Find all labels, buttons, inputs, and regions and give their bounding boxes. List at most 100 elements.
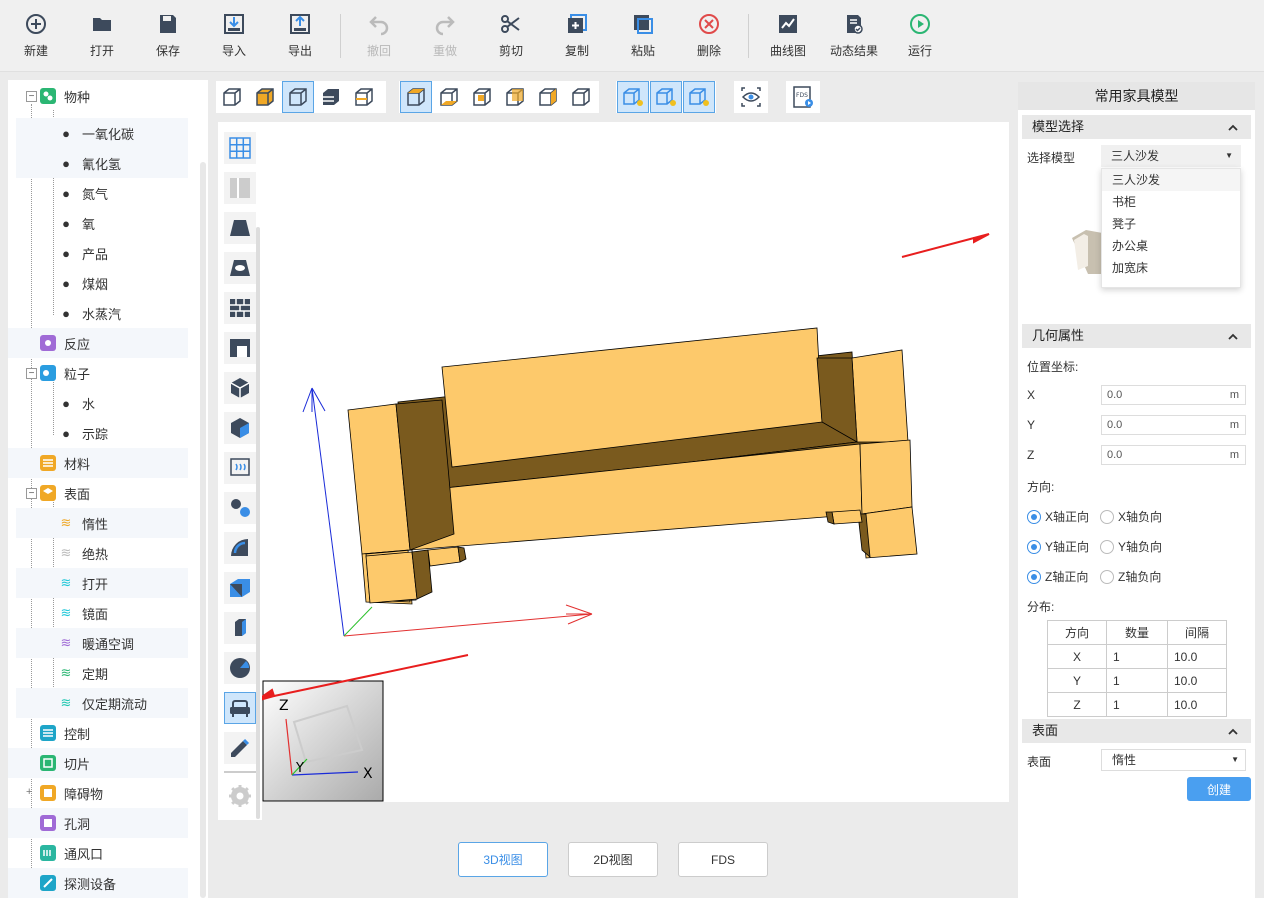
face-right-button[interactable]	[565, 81, 597, 113]
tree-item-surface[interactable]: ≋ 打开	[16, 568, 188, 598]
face-top-button[interactable]	[400, 81, 432, 113]
z-input[interactable]: 0.0 m	[1101, 445, 1246, 465]
curve-chart-button[interactable]: 曲线图	[758, 12, 818, 62]
table-cell-input[interactable]: 10.0	[1167, 668, 1227, 693]
light-side-button[interactable]	[650, 81, 682, 113]
collapse-toggle[interactable]: −	[26, 368, 37, 379]
heater-tool-button[interactable]	[224, 452, 256, 484]
model-select-section-header[interactable]: 模型选择	[1022, 115, 1251, 139]
tree-node-slice[interactable]: 切片	[8, 748, 188, 778]
tools-scrollbar[interactable]	[256, 227, 260, 819]
dropdown-option[interactable]: 凳子	[1102, 213, 1240, 235]
dropdown-option[interactable]: 办公桌	[1102, 235, 1240, 257]
tab-3d-view[interactable]: 3D视图	[458, 842, 548, 877]
y-positive-radio[interactable]: Y轴正向	[1027, 538, 1089, 555]
table-cell-input[interactable]: 10.0	[1167, 644, 1227, 669]
dropdown-option[interactable]: 书柜	[1102, 191, 1240, 213]
x-negative-radio[interactable]: X轴负向	[1100, 508, 1162, 525]
tree-node-device[interactable]: 探测设备	[8, 868, 188, 898]
wireframe-view-button[interactable]	[216, 81, 248, 113]
trapezoid-tool-button[interactable]	[224, 212, 256, 244]
table-cell-input[interactable]: 1	[1106, 692, 1168, 717]
tree-node-species[interactable]: − 物种	[8, 81, 188, 111]
tree-item-surface[interactable]: ≋ 镜面	[16, 598, 188, 628]
y-negative-radio[interactable]: Y轴负向	[1100, 538, 1162, 555]
z-positive-radio[interactable]: Z轴正向	[1027, 568, 1088, 585]
open-button[interactable]: 打开	[72, 12, 132, 62]
3d-viewport[interactable]: Z Y X	[255, 122, 1009, 802]
dropdown-option[interactable]: 加宽床	[1102, 257, 1240, 279]
box-vent-tool-button[interactable]	[224, 412, 256, 444]
plane-tool-button[interactable]	[224, 572, 256, 604]
preview-button[interactable]	[735, 81, 767, 113]
new-button[interactable]: 新建	[6, 12, 66, 62]
door-tool-button[interactable]	[224, 332, 256, 364]
light-top-button[interactable]	[683, 81, 715, 113]
tree-item-species[interactable]: ● 氧	[16, 208, 188, 238]
tree-item-particle[interactable]: ● 水	[16, 388, 188, 418]
section-view-button[interactable]	[348, 81, 380, 113]
tree-item-species[interactable]: ● 水蒸汽	[16, 298, 188, 328]
tree-item-species[interactable]: ● 一氧化碳	[16, 118, 188, 148]
orientation-gizmo[interactable]: Z Y X	[262, 680, 384, 802]
tree-node-surface[interactable]: − 表面	[8, 478, 188, 508]
tree-node-obstruction[interactable]: + 障碍物	[8, 778, 188, 808]
tree-item-species[interactable]: ● 氮气	[16, 178, 188, 208]
cut-button[interactable]: 剪切	[481, 12, 541, 62]
delete-button[interactable]: 删除	[679, 12, 739, 62]
tree-node-reaction[interactable]: 反应	[8, 328, 188, 358]
tree-node-vent[interactable]: 通风口	[8, 838, 188, 868]
sprinkler-tool-button[interactable]	[224, 532, 256, 564]
redo-button[interactable]: 重做	[415, 12, 475, 62]
face-back-button[interactable]	[499, 81, 531, 113]
box-tool-button[interactable]	[224, 372, 256, 404]
tree-item-species[interactable]: ● 产品	[16, 238, 188, 268]
model-select[interactable]: 三人沙发 ▼	[1101, 145, 1241, 167]
collapse-toggle[interactable]: −	[26, 91, 37, 102]
fds-preview-button[interactable]: FDS	[787, 81, 819, 113]
light-front-button[interactable]	[617, 81, 649, 113]
save-button[interactable]: 保存	[138, 12, 198, 62]
panel-tool-button[interactable]	[224, 172, 256, 204]
undo-button[interactable]: 撤回	[349, 12, 409, 62]
copy-button[interactable]: 复制	[547, 12, 607, 62]
3d-scene[interactable]: Z Y X	[255, 122, 1009, 802]
run-button[interactable]: 运行	[890, 12, 950, 62]
surface-select[interactable]: 惰性 ▼	[1101, 749, 1246, 771]
y-input[interactable]: 0.0 m	[1101, 415, 1246, 435]
geometry-section-header[interactable]: 几何属性	[1022, 324, 1251, 348]
import-button[interactable]: 导入	[204, 12, 264, 62]
tree-item-species[interactable]: ● 氰化氢	[16, 148, 188, 178]
face-front-button[interactable]	[466, 81, 498, 113]
create-button[interactable]: 创建	[1187, 777, 1251, 801]
collapse-toggle[interactable]: −	[26, 488, 37, 499]
x-positive-radio[interactable]: X轴正向	[1027, 508, 1089, 525]
particle-tool-button[interactable]	[224, 492, 256, 524]
tree-node-particle[interactable]: − 粒子	[8, 358, 188, 388]
dynamic-result-button[interactable]: 动态结果	[824, 12, 884, 62]
mesh-tool-button[interactable]	[224, 132, 256, 164]
tree-node-material[interactable]: 材料	[8, 448, 188, 478]
fan-tool-button[interactable]	[224, 652, 256, 684]
table-cell-input[interactable]: 1	[1106, 644, 1168, 669]
tree-item-surface[interactable]: ≋ 绝热	[16, 538, 188, 568]
tree-item-particle[interactable]: ● 示踪	[16, 418, 188, 448]
layer-view-button[interactable]	[315, 81, 347, 113]
tab-fds[interactable]: FDS	[678, 842, 768, 877]
surface-section-header[interactable]: 表面	[1022, 719, 1251, 743]
tree-item-surface[interactable]: ≋ 暖通空调	[16, 628, 188, 658]
x-input[interactable]: 0.0 m	[1101, 385, 1246, 405]
z-negative-radio[interactable]: Z轴负向	[1100, 568, 1161, 585]
tree-item-species[interactable]: ● 煤烟	[16, 268, 188, 298]
table-cell-input[interactable]: 1	[1106, 668, 1168, 693]
tree-node-hole[interactable]: 孔洞	[8, 808, 188, 838]
export-button[interactable]: 导出	[270, 12, 330, 62]
settings-button[interactable]	[224, 780, 256, 812]
tab-2d-view[interactable]: 2D视图	[568, 842, 658, 877]
face-bottom-button[interactable]	[433, 81, 465, 113]
expand-toggle[interactable]: +	[26, 786, 32, 798]
tree-node-control[interactable]: 控制	[8, 718, 188, 748]
column-tool-button[interactable]	[224, 612, 256, 644]
pencil-tool-button[interactable]	[224, 732, 256, 764]
tree-scrollbar[interactable]	[200, 162, 206, 898]
